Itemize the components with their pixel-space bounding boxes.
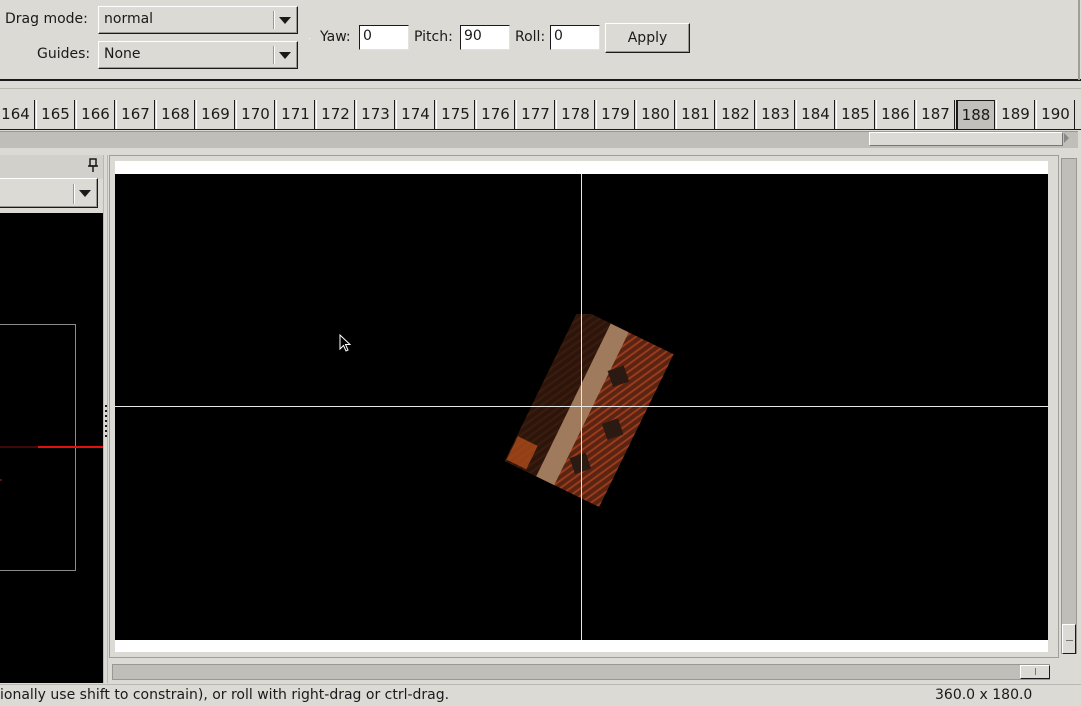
guides-value: None xyxy=(104,46,141,62)
frame-tab-176[interactable]: 176 xyxy=(476,100,515,129)
frame-tab-172[interactable]: 172 xyxy=(316,100,355,129)
combo-separator xyxy=(273,11,275,29)
frame-tab-187[interactable]: 187 xyxy=(916,100,955,129)
panorama-size: 360.0 x 180.0 xyxy=(935,687,1033,703)
scrollbar-grip-icon xyxy=(1066,640,1073,641)
tabstrip-top-line xyxy=(0,88,1081,89)
frame-tab-171[interactable]: 171 xyxy=(276,100,315,129)
frame-tab-169[interactable]: 169 xyxy=(196,100,235,129)
frame-tab-185[interactable]: 185 xyxy=(836,100,875,129)
yaw-input[interactable]: 0 xyxy=(359,25,409,50)
overview-horizon-line-dim xyxy=(0,446,38,448)
pitch-input[interactable]: 90 xyxy=(460,25,510,50)
preview-vertical-scrollbar[interactable] xyxy=(1061,158,1077,654)
overview-horizon-line xyxy=(38,446,103,448)
frame-tab-166[interactable]: 166 xyxy=(76,100,115,129)
frame-tab-190[interactable]: 190 xyxy=(1036,100,1075,129)
panorama-image-fragment[interactable] xyxy=(500,314,675,509)
preview-horizontal-scrollbar[interactable] xyxy=(112,664,1050,680)
grip-dot xyxy=(105,410,107,412)
frame-tab-180[interactable]: 180 xyxy=(636,100,675,129)
roll-label: Roll: xyxy=(515,29,546,45)
frame-tab-170[interactable]: 170 xyxy=(236,100,275,129)
pitch-label: Pitch: xyxy=(414,29,453,45)
grip-dot xyxy=(105,405,107,407)
drag-mode-value: normal xyxy=(104,11,154,27)
frame-tab-186[interactable]: 186 xyxy=(876,100,915,129)
yaw-label: Yaw: xyxy=(320,29,351,45)
frame-tab-181[interactable]: 181 xyxy=(676,100,715,129)
vertical-guide-line xyxy=(581,174,582,640)
frame-tab-189[interactable]: 189 xyxy=(996,100,1035,129)
frame-tab-179[interactable]: 179 xyxy=(596,100,635,129)
scroll-right-arrow-icon[interactable] xyxy=(1064,133,1069,143)
combo-separator xyxy=(73,184,75,204)
frame-tab-182[interactable]: 182 xyxy=(716,100,755,129)
frame-tab-183[interactable]: 183 xyxy=(756,100,795,129)
separator-dot xyxy=(309,38,310,39)
frame-tab-175[interactable]: 175 xyxy=(436,100,475,129)
frame-tab-188[interactable]: 188 xyxy=(956,100,995,130)
horizontal-guide-line xyxy=(115,406,1048,407)
tabstrip-bottom-line xyxy=(0,129,1081,130)
frame-tab-174[interactable]: 174 xyxy=(396,100,435,129)
frame-tab-184[interactable]: 184 xyxy=(796,100,835,129)
grip-dot xyxy=(105,425,107,427)
guides-select[interactable]: None xyxy=(98,41,298,69)
vertical-scrollbar-thumb[interactable] xyxy=(1062,624,1076,654)
chevron-down-icon xyxy=(279,17,291,24)
overview-marker xyxy=(0,479,2,481)
frame-tab-173[interactable]: 173 xyxy=(356,100,395,129)
guides-label: Guides: xyxy=(37,46,91,62)
roll-input[interactable]: 0 xyxy=(550,25,600,50)
grip-dot xyxy=(105,435,107,437)
grip-dot xyxy=(105,430,107,432)
mouse-pointer-icon xyxy=(339,334,352,352)
tabs-scrollbar-thumb[interactable] xyxy=(869,132,1063,146)
chevron-down-icon xyxy=(79,190,91,197)
frame-tab-178[interactable]: 178 xyxy=(556,100,595,129)
panel-splitter[interactable] xyxy=(103,155,108,683)
toolbar-divider xyxy=(0,79,1081,81)
status-message: ionally use shift to constrain), or roll… xyxy=(0,687,450,703)
chevron-down-icon xyxy=(279,52,291,59)
apply-button[interactable]: Apply xyxy=(605,23,690,53)
pin-icon[interactable] xyxy=(88,157,98,173)
drag-mode-label: Drag mode: xyxy=(5,11,88,27)
frame-tab-168[interactable]: 168 xyxy=(156,100,195,129)
grip-dot xyxy=(105,415,107,417)
frame-tab-164[interactable]: 164 xyxy=(0,100,35,129)
drag-mode-select[interactable]: normal xyxy=(98,6,298,34)
frame-tab-167[interactable]: 167 xyxy=(116,100,155,129)
frame-tab-165[interactable]: 165 xyxy=(36,100,75,129)
side-panel-select[interactable] xyxy=(0,178,98,208)
frame-tab-177[interactable]: 177 xyxy=(516,100,555,129)
scrollbar-grip-icon xyxy=(1035,668,1036,675)
toolbar-edge xyxy=(1078,0,1080,80)
grip-dot xyxy=(105,420,107,422)
combo-separator xyxy=(273,46,275,64)
